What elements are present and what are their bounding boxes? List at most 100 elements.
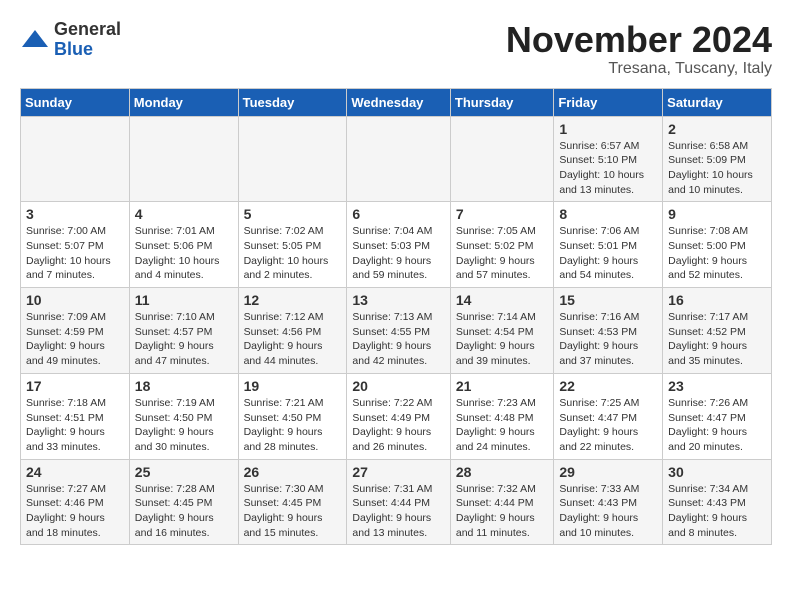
calendar-cell xyxy=(347,116,450,202)
day-info: Sunrise: 7:08 AM Sunset: 5:00 PM Dayligh… xyxy=(668,224,766,283)
day-number: 18 xyxy=(135,378,233,394)
logo-blue-text: Blue xyxy=(54,40,121,60)
calendar-cell: 5 Sunrise: 7:02 AM Sunset: 5:05 PM Daylig… xyxy=(238,202,347,288)
day-number: 3 xyxy=(26,206,124,222)
day-info: Sunrise: 7:12 AM Sunset: 4:56 PM Dayligh… xyxy=(244,310,342,369)
calendar-cell: 4 Sunrise: 7:01 AM Sunset: 5:06 PM Daylig… xyxy=(129,202,238,288)
day-info: Sunrise: 7:17 AM Sunset: 4:52 PM Dayligh… xyxy=(668,310,766,369)
calendar-cell: 25Sunrise: 7:28 AM Sunset: 4:45 PM Dayli… xyxy=(129,459,238,545)
calendar-cell: 7 Sunrise: 7:05 AM Sunset: 5:02 PM Daylig… xyxy=(450,202,553,288)
weekday-header-cell: Thursday xyxy=(450,88,553,116)
weekday-header-cell: Monday xyxy=(129,88,238,116)
day-number: 29 xyxy=(559,464,657,480)
day-info: Sunrise: 7:32 AM Sunset: 4:44 PM Dayligh… xyxy=(456,482,548,541)
weekday-header-row: SundayMondayTuesdayWednesdayThursdayFrid… xyxy=(21,88,772,116)
calendar-cell: 28 Sunrise: 7:32 AM Sunset: 4:44 PM Dayli… xyxy=(450,459,553,545)
calendar-cell: 15 Sunrise: 7:16 AM Sunset: 4:53 PM Dayli… xyxy=(554,288,663,374)
day-number: 21 xyxy=(456,378,548,394)
day-number: 13 xyxy=(352,292,444,308)
month-title: November 2024 xyxy=(506,20,772,60)
day-info: Sunrise: 7:13 AM Sunset: 4:55 PM Dayligh… xyxy=(352,310,444,369)
calendar-week-row: 17 Sunrise: 7:18 AM Sunset: 4:51 PM Dayli… xyxy=(21,373,772,459)
day-info: Sunrise: 6:57 AM Sunset: 5:10 PM Dayligh… xyxy=(559,139,657,198)
calendar-body: 1 Sunrise: 6:57 AM Sunset: 5:10 PM Daylig… xyxy=(21,116,772,545)
calendar-cell: 16 Sunrise: 7:17 AM Sunset: 4:52 PM Dayli… xyxy=(663,288,772,374)
calendar-cell: 18 Sunrise: 7:19 AM Sunset: 4:50 PM Dayli… xyxy=(129,373,238,459)
day-number: 2 xyxy=(668,121,766,137)
day-info: Sunrise: 7:10 AM Sunset: 4:57 PM Dayligh… xyxy=(135,310,233,369)
calendar-cell: 30Sunrise: 7:34 AM Sunset: 4:43 PM Dayli… xyxy=(663,459,772,545)
day-number: 25 xyxy=(135,464,233,480)
day-info: Sunrise: 7:33 AM Sunset: 4:43 PM Dayligh… xyxy=(559,482,657,541)
day-number: 30 xyxy=(668,464,766,480)
day-info: Sunrise: 7:00 AM Sunset: 5:07 PM Dayligh… xyxy=(26,224,124,283)
day-number: 5 xyxy=(244,206,342,222)
day-number: 1 xyxy=(559,121,657,137)
calendar-cell: 6Sunrise: 7:04 AM Sunset: 5:03 PM Daylig… xyxy=(347,202,450,288)
day-info: Sunrise: 6:58 AM Sunset: 5:09 PM Dayligh… xyxy=(668,139,766,198)
day-info: Sunrise: 7:05 AM Sunset: 5:02 PM Dayligh… xyxy=(456,224,548,283)
logo-icon xyxy=(20,25,50,55)
day-info: Sunrise: 7:18 AM Sunset: 4:51 PM Dayligh… xyxy=(26,396,124,455)
location-title: Tresana, Tuscany, Italy xyxy=(506,60,772,78)
header: General Blue November 2024 Tresana, Tusc… xyxy=(20,20,772,78)
day-number: 14 xyxy=(456,292,548,308)
day-number: 10 xyxy=(26,292,124,308)
calendar-week-row: 24Sunrise: 7:27 AM Sunset: 4:46 PM Dayli… xyxy=(21,459,772,545)
calendar-cell: 2 Sunrise: 6:58 AM Sunset: 5:09 PM Daylig… xyxy=(663,116,772,202)
day-number: 28 xyxy=(456,464,548,480)
day-number: 11 xyxy=(135,292,233,308)
calendar-cell: 17 Sunrise: 7:18 AM Sunset: 4:51 PM Dayli… xyxy=(21,373,130,459)
day-info: Sunrise: 7:01 AM Sunset: 5:06 PM Dayligh… xyxy=(135,224,233,283)
day-info: Sunrise: 7:27 AM Sunset: 4:46 PM Dayligh… xyxy=(26,482,124,541)
logo-general-text: General xyxy=(54,20,121,40)
calendar-cell: 1 Sunrise: 6:57 AM Sunset: 5:10 PM Daylig… xyxy=(554,116,663,202)
title-section: November 2024 Tresana, Tuscany, Italy xyxy=(506,20,772,78)
day-info: Sunrise: 7:25 AM Sunset: 4:47 PM Dayligh… xyxy=(559,396,657,455)
day-number: 17 xyxy=(26,378,124,394)
calendar-cell: 22 Sunrise: 7:25 AM Sunset: 4:47 PM Dayli… xyxy=(554,373,663,459)
calendar-cell: 21Sunrise: 7:23 AM Sunset: 4:48 PM Dayli… xyxy=(450,373,553,459)
day-info: Sunrise: 7:16 AM Sunset: 4:53 PM Dayligh… xyxy=(559,310,657,369)
calendar-cell xyxy=(238,116,347,202)
day-number: 9 xyxy=(668,206,766,222)
day-info: Sunrise: 7:09 AM Sunset: 4:59 PM Dayligh… xyxy=(26,310,124,369)
day-number: 20 xyxy=(352,378,444,394)
calendar-cell: 20Sunrise: 7:22 AM Sunset: 4:49 PM Dayli… xyxy=(347,373,450,459)
day-number: 26 xyxy=(244,464,342,480)
calendar-cell: 26 Sunrise: 7:30 AM Sunset: 4:45 PM Dayli… xyxy=(238,459,347,545)
calendar-week-row: 10 Sunrise: 7:09 AM Sunset: 4:59 PM Dayli… xyxy=(21,288,772,374)
day-info: Sunrise: 7:31 AM Sunset: 4:44 PM Dayligh… xyxy=(352,482,444,541)
day-info: Sunrise: 7:02 AM Sunset: 5:05 PM Dayligh… xyxy=(244,224,342,283)
day-info: Sunrise: 7:19 AM Sunset: 4:50 PM Dayligh… xyxy=(135,396,233,455)
calendar-cell: 24Sunrise: 7:27 AM Sunset: 4:46 PM Dayli… xyxy=(21,459,130,545)
day-number: 27 xyxy=(352,464,444,480)
day-info: Sunrise: 7:04 AM Sunset: 5:03 PM Dayligh… xyxy=(352,224,444,283)
day-info: Sunrise: 7:06 AM Sunset: 5:01 PM Dayligh… xyxy=(559,224,657,283)
weekday-header-cell: Sunday xyxy=(21,88,130,116)
day-info: Sunrise: 7:26 AM Sunset: 4:47 PM Dayligh… xyxy=(668,396,766,455)
calendar-week-row: 1 Sunrise: 6:57 AM Sunset: 5:10 PM Daylig… xyxy=(21,116,772,202)
calendar-cell: 12Sunrise: 7:12 AM Sunset: 4:56 PM Dayli… xyxy=(238,288,347,374)
calendar-cell xyxy=(129,116,238,202)
day-number: 8 xyxy=(559,206,657,222)
calendar-cell: 8 Sunrise: 7:06 AM Sunset: 5:01 PM Daylig… xyxy=(554,202,663,288)
weekday-header-cell: Friday xyxy=(554,88,663,116)
day-number: 15 xyxy=(559,292,657,308)
day-info: Sunrise: 7:30 AM Sunset: 4:45 PM Dayligh… xyxy=(244,482,342,541)
calendar-cell: 27 Sunrise: 7:31 AM Sunset: 4:44 PM Dayli… xyxy=(347,459,450,545)
day-info: Sunrise: 7:14 AM Sunset: 4:54 PM Dayligh… xyxy=(456,310,548,369)
weekday-header-cell: Wednesday xyxy=(347,88,450,116)
calendar-cell xyxy=(21,116,130,202)
day-info: Sunrise: 7:21 AM Sunset: 4:50 PM Dayligh… xyxy=(244,396,342,455)
calendar-cell: 3 Sunrise: 7:00 AM Sunset: 5:07 PM Daylig… xyxy=(21,202,130,288)
calendar-cell: 13 Sunrise: 7:13 AM Sunset: 4:55 PM Dayli… xyxy=(347,288,450,374)
day-number: 23 xyxy=(668,378,766,394)
calendar-cell: 29 Sunrise: 7:33 AM Sunset: 4:43 PM Dayli… xyxy=(554,459,663,545)
day-number: 19 xyxy=(244,378,342,394)
day-number: 16 xyxy=(668,292,766,308)
day-number: 7 xyxy=(456,206,548,222)
day-number: 22 xyxy=(559,378,657,394)
day-number: 4 xyxy=(135,206,233,222)
calendar-cell: 9 Sunrise: 7:08 AM Sunset: 5:00 PM Daylig… xyxy=(663,202,772,288)
